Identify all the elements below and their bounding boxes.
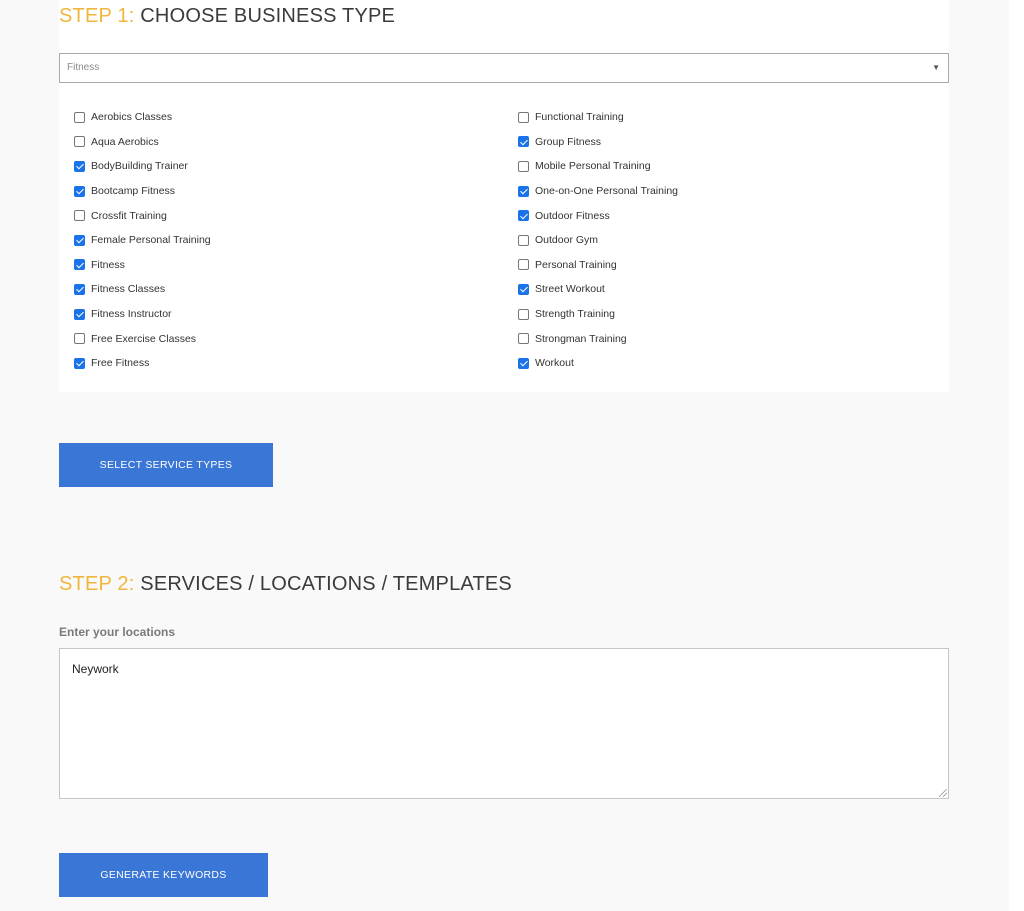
service-type-item[interactable]: Street Workout (518, 277, 678, 302)
checkbox-checked[interactable] (74, 185, 85, 197)
service-type-item[interactable]: Aerobics Classes (74, 105, 211, 130)
service-type-item[interactable]: Aqua Aerobics (74, 130, 211, 155)
service-types-right-column: Functional Training Group Fitness Mobile P… (518, 105, 678, 376)
page-edge (1009, 0, 1024, 911)
service-type-item[interactable]: Outdoor Fitness (518, 203, 678, 228)
service-type-label[interactable]: Aerobics Classes (91, 111, 172, 123)
service-type-label[interactable]: Mobile Personal Training (535, 160, 651, 172)
checkbox-checked[interactable] (74, 259, 85, 271)
service-type-item[interactable]: Fitness Classes (74, 277, 211, 302)
service-type-label[interactable]: Strength Training (535, 308, 615, 320)
checkbox-unchecked[interactable] (74, 111, 85, 123)
service-type-label[interactable]: Crossfit Training (91, 210, 167, 222)
step1-title: CHOOSE BUSINESS TYPE (140, 5, 396, 27)
business-type-selected-value: Fitness (67, 62, 100, 73)
service-type-label[interactable]: Free Fitness (91, 357, 149, 369)
checkbox-checked[interactable] (74, 283, 85, 295)
service-type-label[interactable]: Functional Training (535, 111, 624, 123)
service-type-item[interactable]: Group Fitness (518, 130, 678, 155)
checkbox-checked[interactable] (74, 234, 85, 246)
service-type-item[interactable]: Bootcamp Fitness (74, 179, 211, 204)
service-type-label[interactable]: Free Exercise Classes (91, 333, 196, 345)
service-type-item[interactable]: Strongman Training (518, 326, 678, 351)
checkbox-unchecked[interactable] (518, 234, 529, 246)
service-type-label[interactable]: Fitness Instructor (91, 308, 172, 320)
service-type-label[interactable]: Workout (535, 357, 574, 369)
service-type-item[interactable]: Functional Training (518, 105, 678, 130)
checkbox-unchecked[interactable] (74, 210, 85, 222)
service-type-item[interactable]: Workout (518, 351, 678, 376)
select-service-types-button[interactable]: SELECT SERVICE TYPES (59, 443, 273, 487)
locations-value: Neywork (72, 662, 119, 676)
service-type-label[interactable]: Personal Training (535, 259, 617, 271)
checkbox-checked[interactable] (518, 357, 529, 369)
checkbox-checked[interactable] (74, 308, 85, 320)
service-type-label[interactable]: Fitness (91, 259, 125, 271)
service-type-item[interactable]: Personal Training (518, 253, 678, 278)
service-type-label[interactable]: Outdoor Fitness (535, 210, 610, 222)
service-type-item[interactable]: Free Exercise Classes (74, 326, 211, 351)
generate-keywords-button[interactable]: GENERATE KEYWORDS (59, 853, 268, 897)
step2-heading: STEP 2: SERVICES / LOCATIONS / TEMPLATES (59, 573, 512, 596)
service-type-item[interactable]: Fitness (74, 253, 211, 278)
checkbox-checked[interactable] (518, 283, 529, 295)
service-type-label[interactable]: BodyBuilding Trainer (91, 160, 188, 172)
service-type-label[interactable]: Female Personal Training (91, 234, 211, 246)
business-type-select[interactable]: Fitness ▼ (59, 53, 949, 83)
service-types-left-column: Aerobics Classes Aqua Aerobics BodyBuildin… (74, 105, 211, 376)
service-type-label[interactable]: Strongman Training (535, 333, 627, 345)
checkbox-unchecked[interactable] (518, 333, 529, 345)
checkbox-unchecked[interactable] (518, 111, 529, 123)
checkbox-unchecked[interactable] (74, 333, 85, 345)
service-type-label[interactable]: Aqua Aerobics (91, 136, 159, 148)
checkbox-unchecked[interactable] (518, 259, 529, 271)
locations-textarea[interactable]: Neywork (59, 648, 949, 799)
caret-down-icon: ▼ (932, 63, 940, 72)
checkbox-checked[interactable] (518, 210, 529, 222)
checkbox-unchecked[interactable] (518, 160, 529, 172)
locations-label: Enter your locations (59, 625, 176, 639)
checkbox-checked[interactable] (74, 357, 85, 369)
step1-number: STEP 1: (59, 5, 135, 27)
resize-grip-icon[interactable] (939, 789, 947, 797)
step1-heading: STEP 1: CHOOSE BUSINESS TYPE (59, 5, 395, 28)
service-type-item[interactable]: Free Fitness (74, 351, 211, 376)
checkbox-checked[interactable] (518, 136, 529, 148)
service-type-item[interactable]: BodyBuilding Trainer (74, 154, 211, 179)
checkbox-unchecked[interactable] (74, 136, 85, 148)
checkbox-checked[interactable] (74, 160, 85, 172)
service-type-label[interactable]: Outdoor Gym (535, 234, 598, 246)
service-type-label[interactable]: Group Fitness (535, 136, 601, 148)
step2-number: STEP 2: (59, 573, 135, 595)
service-type-item[interactable]: Female Personal Training (74, 228, 211, 253)
checkbox-unchecked[interactable] (518, 308, 529, 320)
service-type-item[interactable]: Crossfit Training (74, 203, 211, 228)
page: STEP 1: CHOOSE BUSINESS TYPE Fitness ▼ A… (0, 0, 1009, 911)
service-type-label[interactable]: Street Workout (535, 283, 605, 295)
service-type-item[interactable]: Outdoor Gym (518, 228, 678, 253)
checkbox-checked[interactable] (518, 185, 529, 197)
service-type-label[interactable]: One-on-One Personal Training (535, 185, 678, 197)
service-type-item[interactable]: One-on-One Personal Training (518, 179, 678, 204)
service-type-item[interactable]: Fitness Instructor (74, 302, 211, 327)
service-type-label[interactable]: Fitness Classes (91, 283, 165, 295)
service-type-item[interactable]: Strength Training (518, 302, 678, 327)
service-type-item[interactable]: Mobile Personal Training (518, 154, 678, 179)
service-type-label[interactable]: Bootcamp Fitness (91, 185, 175, 197)
step2-title: SERVICES / LOCATIONS / TEMPLATES (140, 573, 512, 595)
